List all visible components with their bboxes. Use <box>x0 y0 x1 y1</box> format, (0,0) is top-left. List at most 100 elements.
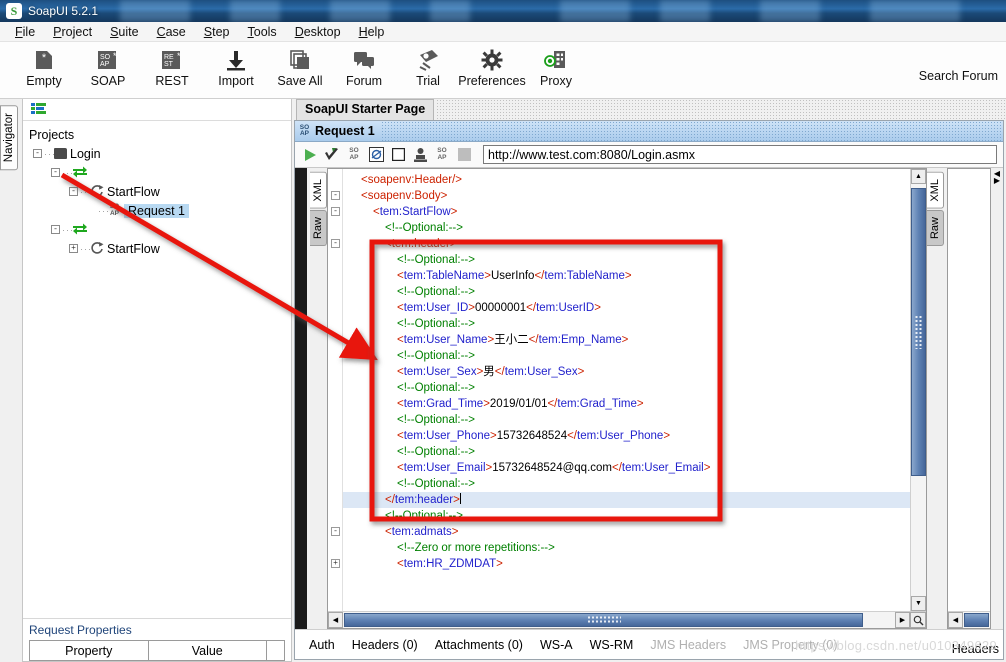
scroll-left-button[interactable]: ◀ <box>328 612 343 628</box>
toolbar-button-forum[interactable]: Forum <box>332 42 396 88</box>
tree-item-interface[interactable]: - ··· <box>27 220 291 239</box>
project-tree[interactable]: Projects - ··· Login - ··· - ··· StartFlow ··· SO… <box>23 121 291 618</box>
code-line[interactable]: <!--Optional:--> <box>343 348 910 364</box>
bottom-tab-jms-headers[interactable]: JMS Headers <box>650 638 726 652</box>
menu-item-suite[interactable]: Suite <box>101 23 148 41</box>
code-line[interactable]: </tem:header> <box>343 492 910 508</box>
toolbar-button-soap[interactable]: SO AP * SOAP <box>76 42 140 88</box>
tree-item-interface[interactable]: - ··· <box>27 163 291 182</box>
code-line[interactable]: <tem:User_Email>15732648524@qq.com</tem:… <box>343 460 910 476</box>
fold-gutter[interactable]: - - - - + <box>328 169 343 611</box>
fold-toggle[interactable]: - <box>331 527 340 536</box>
request-horizontal-scrollbar[interactable]: ◀ ▶ <box>328 611 926 628</box>
scroll-down-button[interactable]: ▼ <box>911 596 926 611</box>
code-line[interactable]: <!--Optional:--> <box>343 476 910 492</box>
search-magnifier-icon[interactable] <box>910 612 926 628</box>
menu-item-desktop[interactable]: Desktop <box>286 23 350 41</box>
horizontal-scroll-thumb[interactable] <box>344 613 863 627</box>
code-line[interactable]: <tem:TableName>UserInfo</tem:TableName> <box>343 268 910 284</box>
code-line[interactable]: <tem:User_Sex>男</tem:User_Sex> <box>343 364 910 380</box>
create-mock-icon[interactable] <box>365 144 387 166</box>
fold-toggle[interactable]: + <box>331 559 340 568</box>
scroll-up-button[interactable]: ▲ <box>911 169 926 184</box>
search-forum-link[interactable]: Search Forum <box>919 69 998 83</box>
code-line[interactable]: <tem:User_Phone>15732648524</tem:User_Ph… <box>343 428 910 444</box>
tab-response-raw[interactable]: Raw <box>927 209 944 246</box>
tree-item-startflow[interactable]: - ··· StartFlow <box>27 182 291 201</box>
tree-item-request-1[interactable]: ··· SO AP Request 1 <box>27 201 291 220</box>
response-h-scroll-track[interactable] <box>963 612 990 628</box>
menu-item-project[interactable]: Project <box>44 23 101 41</box>
tab-request-raw[interactable]: Raw <box>310 209 327 246</box>
toolbar-button-preferences[interactable]: Preferences <box>458 42 526 88</box>
code-line[interactable]: <!--Optional:--> <box>343 316 910 332</box>
response-xml-code[interactable] <box>948 169 990 611</box>
code-line[interactable]: <!--Optional:--> <box>343 380 910 396</box>
menu-item-step[interactable]: Step <box>195 23 239 41</box>
bottom-tab-auth[interactable]: Auth <box>309 638 335 652</box>
fold-toggle[interactable]: - <box>331 239 340 248</box>
toolbar-button-empty[interactable]: * Empty <box>12 42 76 88</box>
code-line[interactable]: <soapenv:Body> <box>343 188 910 204</box>
toolbar-button-rest[interactable]: RE ST * REST <box>140 42 204 88</box>
code-line[interactable]: <tem:User_ID>00000001</tem:UserID> <box>343 300 910 316</box>
code-line[interactable]: <!--Optional:--> <box>343 252 910 268</box>
menu-item-tools[interactable]: Tools <box>239 23 286 41</box>
code-line[interactable]: <tem:StartFlow> <box>343 204 910 220</box>
code-line[interactable]: <!--Optional:--> <box>343 444 910 460</box>
tree-toggle[interactable]: - <box>51 168 60 177</box>
tree-item-startflow[interactable]: + ··· StartFlow <box>27 239 291 258</box>
toolbar-button-proxy[interactable]: Proxy <box>524 42 588 88</box>
tree-toggle[interactable]: - <box>69 187 78 196</box>
code-line[interactable]: <tem:Grad_Time>2019/01/01</tem:Grad_Time… <box>343 396 910 412</box>
code-line[interactable]: <tem:admats> <box>343 524 910 540</box>
soap-wss-icon[interactable]: SO AP <box>343 144 365 166</box>
code-line[interactable]: <tem:HR_ZDMDAT> <box>343 556 910 572</box>
menu-item-file[interactable]: File <box>6 23 44 41</box>
vertical-scroll-track[interactable] <box>911 184 926 596</box>
list-view-icon[interactable] <box>31 102 46 117</box>
menu-item-case[interactable]: Case <box>148 23 195 41</box>
tab-soapui-starter-page[interactable]: SoapUI Starter Page <box>296 99 435 120</box>
tab-response-xml[interactable]: XML <box>927 172 944 209</box>
response-collapse-strip[interactable]: ◀ ▶ <box>991 168 1003 629</box>
tree-toggle[interactable]: - <box>33 149 42 158</box>
outline-icon[interactable] <box>409 144 431 166</box>
navigator-vertical-tab[interactable]: Navigator <box>0 105 18 171</box>
tree-item-login[interactable]: - ··· Login <box>27 144 291 163</box>
run-icon[interactable] <box>299 144 321 166</box>
vertical-scroll-thumb[interactable] <box>911 188 926 477</box>
code-line[interactable]: <!--Zero or more repetitions:--> <box>343 540 910 556</box>
tree-toggle[interactable]: - <box>51 225 60 234</box>
bottom-tab-jms-property-0[interactable]: JMS Property (0) <box>743 638 837 652</box>
tab-request-xml[interactable]: XML <box>310 172 327 209</box>
horizontal-scroll-track[interactable] <box>343 612 895 628</box>
request-vertical-scrollbar[interactable]: ▲ ▼ <box>910 169 926 611</box>
endpoint-url-field[interactable]: http://www.test.com:8080/Login.asmx <box>483 145 997 164</box>
scroll-right-button[interactable]: ▶ <box>895 612 910 628</box>
response-scroll-left-button[interactable]: ◀ <box>948 612 963 628</box>
response-bottom-tab[interactable]: Headers <box>952 642 999 656</box>
code-line[interactable]: <!--Optional:--> <box>343 508 910 524</box>
code-line[interactable]: <tem:User_Name>王小二</tem:Emp_Name> <box>343 332 910 348</box>
bottom-tab-ws-rm[interactable]: WS-RM <box>590 638 634 652</box>
code-line[interactable]: <soapenv:Header/> <box>343 172 910 188</box>
response-h-scroll-thumb[interactable] <box>964 613 989 627</box>
bottom-tab-ws-a[interactable]: WS-A <box>540 638 573 652</box>
code-line[interactable]: <tem:header> <box>343 236 910 252</box>
response-horizontal-scrollbar[interactable]: ◀ <box>948 611 990 628</box>
stop-icon[interactable] <box>387 144 409 166</box>
toolbar-button-save-all[interactable]: Save All <box>268 42 332 88</box>
fold-toggle[interactable]: - <box>331 207 340 216</box>
bottom-tab-headers-0[interactable]: Headers (0) <box>352 638 418 652</box>
toolbar-button-import[interactable]: Import <box>204 42 268 88</box>
code-line[interactable]: <!--Optional:--> <box>343 220 910 236</box>
collapse-arrows-icon[interactable]: ◀ ▶ <box>991 168 1003 185</box>
fold-toggle[interactable]: - <box>331 191 340 200</box>
menu-item-help[interactable]: Help <box>350 23 394 41</box>
request-xml-code[interactable]: <soapenv:Header/> <soapenv:Body> <tem:Star… <box>343 169 910 611</box>
code-line[interactable]: <!--Optional:--> <box>343 284 910 300</box>
soap-endpoint-icon[interactable]: SO AP <box>431 144 453 166</box>
code-line[interactable]: <!--Optional:--> <box>343 412 910 428</box>
validate-icon[interactable] <box>321 144 343 166</box>
